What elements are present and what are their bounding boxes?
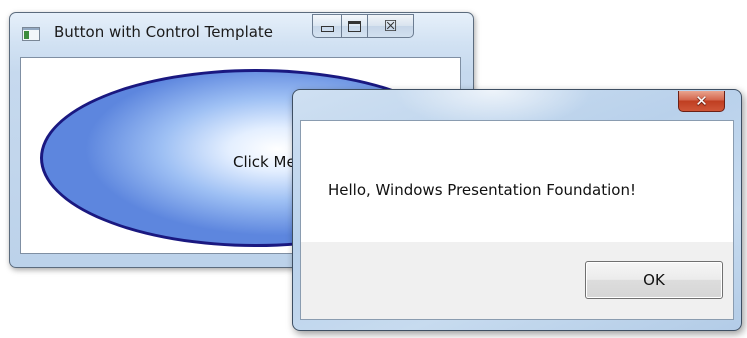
ok-button[interactable]: OK [585, 261, 723, 299]
message-footer: OK [300, 242, 734, 320]
message-content-area: Hello, Windows Presentation Foundation! [300, 120, 734, 242]
message-text: Hello, Windows Presentation Foundation! [328, 181, 636, 199]
close-icon: ☒ [383, 17, 398, 35]
message-box-close-button[interactable]: ✕ [678, 91, 725, 112]
close-button[interactable]: ☒ [368, 14, 414, 38]
window-title: Button with Control Template [54, 23, 274, 41]
minimize-button[interactable] [312, 14, 342, 38]
maximize-button[interactable] [342, 14, 368, 38]
minimize-icon [320, 26, 334, 32]
caption-buttons: ☒ [312, 14, 414, 40]
maximize-icon [348, 20, 361, 32]
window-app-icon [22, 27, 40, 41]
close-icon: ✕ [695, 91, 708, 110]
message-box: ✕ Hello, Windows Presentation Foundation… [292, 89, 742, 331]
